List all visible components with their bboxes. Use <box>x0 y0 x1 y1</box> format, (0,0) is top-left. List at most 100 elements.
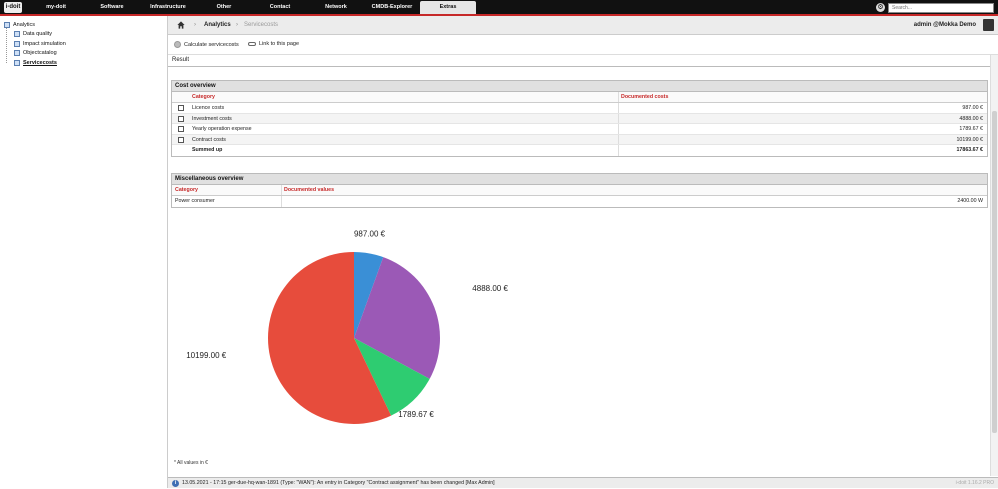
row-value: 1789.67 € <box>959 126 983 132</box>
user-avatar-icon[interactable] <box>983 19 994 31</box>
tree-item-impact-simulation[interactable]: Impact simulation <box>14 39 66 49</box>
row-label: Power consumer <box>175 198 215 204</box>
link-icon <box>248 42 256 46</box>
main-nav: my-doit Software Infrastructure Other Co… <box>28 0 476 14</box>
folder-icon <box>4 21 10 28</box>
cost-overview-panel: Cost overview Category Documented costs … <box>171 80 988 157</box>
column-divider <box>618 145 619 156</box>
search-input[interactable] <box>888 3 994 13</box>
column-header-documented-costs: Documented costs <box>621 94 669 100</box>
column-header-category: Category <box>192 94 215 100</box>
row-label: Licence costs <box>192 105 225 111</box>
action-toolbar: Calculate servicecosts Link to this page <box>168 35 998 55</box>
scrollbar[interactable] <box>990 55 998 476</box>
row-label: Yearly operation expense <box>192 126 252 132</box>
row-value: 2400.00 W <box>957 198 983 204</box>
calculate-icon <box>174 41 181 48</box>
summary-row: Summed up 17863.67 € <box>172 145 987 156</box>
row-value: 4888.00 € <box>959 115 983 122</box>
row-label: Contract costs <box>192 136 226 143</box>
tree-item-label: Analytics <box>13 21 36 28</box>
table-row: Power consumer 2400.00 W <box>172 196 987 207</box>
tree-item-label: Objectcatalog <box>23 50 57 57</box>
status-bar: i 13.05.2021 - 17:15 ger-due-hq-wan-1891… <box>168 477 998 488</box>
chart-footnote: * All values in € <box>174 460 208 466</box>
analytics-tree: Analytics Data quality Impact simulation… <box>4 20 66 68</box>
table-row: Investment costs 4888.00 € <box>172 113 987 124</box>
pie-slice-label: 4888.00 € <box>472 284 508 293</box>
row-value: 987.00 € <box>962 105 983 111</box>
column-header-documented-values: Documented values <box>284 187 335 193</box>
nav-network[interactable]: Network <box>308 0 364 14</box>
table-header-row: Category Documented costs <box>172 92 987 103</box>
tree-item-data-quality[interactable]: Data quality <box>14 30 66 40</box>
summary-value: 17863.67 € <box>956 147 983 153</box>
app-logo[interactable]: i-doit <box>4 2 22 13</box>
column-divider <box>618 92 619 102</box>
link-to-page-button[interactable]: Link to this page <box>248 41 299 47</box>
misc-overview-title: Miscellaneous overview <box>172 174 987 185</box>
nav-contact[interactable]: Contact <box>252 0 308 14</box>
table-header-row: Category Documented values <box>172 185 987 196</box>
row-checkbox[interactable] <box>178 105 184 111</box>
servicecosts-pie-chart-area: 987.00 € 4888.00 € 1789.67 € 10199.00 € <box>171 222 988 472</box>
breadcrumb-servicecosts: Servicecosts <box>244 22 279 28</box>
nav-my-doit[interactable]: my-doit <box>28 0 84 14</box>
tree-item-servicecosts[interactable]: Servicecosts <box>14 58 66 68</box>
tree-item-objectcatalog[interactable]: Objectcatalog <box>14 49 66 59</box>
report-icon <box>14 50 20 57</box>
tab-result[interactable]: Result <box>172 57 189 63</box>
tree-item-label: Servicecosts <box>23 59 57 66</box>
breadcrumb: › Analytics › Servicecosts admin @Mokka … <box>168 16 998 35</box>
top-navigation-bar: i-doit my-doit Software Infrastructure O… <box>0 0 998 16</box>
status-message: 13.05.2021 - 17:15 ger-due-hq-wan-1891 (… <box>182 480 495 486</box>
tab-divider <box>168 66 990 67</box>
column-divider <box>281 196 282 207</box>
row-checkbox[interactable] <box>178 136 184 143</box>
tree-item-label: Data quality <box>23 31 53 38</box>
row-label: Investment costs <box>192 115 232 122</box>
tree-item-analytics[interactable]: Analytics <box>4 20 66 30</box>
column-divider <box>618 113 619 123</box>
report-icon <box>14 40 20 47</box>
column-header-category: Category <box>175 187 198 193</box>
report-icon <box>14 31 20 38</box>
calculate-label: Calculate servicecosts <box>184 41 239 48</box>
column-divider <box>281 185 282 195</box>
scrollbar-thumb[interactable] <box>992 111 997 433</box>
row-checkbox[interactable] <box>178 115 184 122</box>
column-divider <box>618 124 619 134</box>
link-label: Link to this page <box>259 41 300 47</box>
nav-other[interactable]: Other <box>196 0 252 14</box>
sidebar: Analytics Data quality Impact simulation… <box>0 16 168 488</box>
table-row: Contract costs 10199.00 € <box>172 134 987 145</box>
nav-cmdb-explorer[interactable]: CMDB-Explorer <box>364 0 420 14</box>
version-label: i-doit 1.16.2 PRO <box>955 480 994 486</box>
pie-chart: 987.00 € 4888.00 € 1789.67 € 10199.00 € <box>186 229 508 424</box>
table-row: Yearly operation expense 1789.67 € <box>172 124 987 135</box>
nav-software[interactable]: Software <box>84 0 140 14</box>
summary-label: Summed up <box>192 147 223 153</box>
nav-infrastructure[interactable]: Infrastructure <box>140 0 196 14</box>
row-checkbox[interactable] <box>178 126 184 132</box>
misc-overview-panel: Miscellaneous overview Category Document… <box>171 173 988 208</box>
column-divider <box>618 103 619 113</box>
table-row: Licence costs 987.00 € <box>172 103 987 114</box>
breadcrumb-analytics[interactable]: Analytics <box>204 22 231 28</box>
pie-slice-label: 987.00 € <box>354 229 386 238</box>
tree-item-label: Impact simulation <box>23 40 66 47</box>
info-icon: i <box>172 480 179 487</box>
column-divider <box>618 134 619 144</box>
home-icon[interactable] <box>177 21 185 29</box>
report-icon <box>14 59 20 66</box>
pie-slice-label: 1789.67 € <box>398 410 434 419</box>
cost-overview-title: Cost overview <box>172 81 987 92</box>
calculate-servicecosts-button[interactable]: Calculate servicecosts <box>174 41 239 48</box>
breadcrumb-separator: › <box>194 22 196 28</box>
row-value: 10199.00 € <box>956 136 983 143</box>
nav-extras[interactable]: Extras <box>420 1 476 14</box>
settings-gear-icon[interactable]: ⚙ <box>876 3 885 12</box>
breadcrumb-separator: › <box>236 22 238 28</box>
pie-slice-label: 10199.00 € <box>186 351 227 360</box>
user-label[interactable]: admin @Mokka Demo <box>914 22 976 28</box>
